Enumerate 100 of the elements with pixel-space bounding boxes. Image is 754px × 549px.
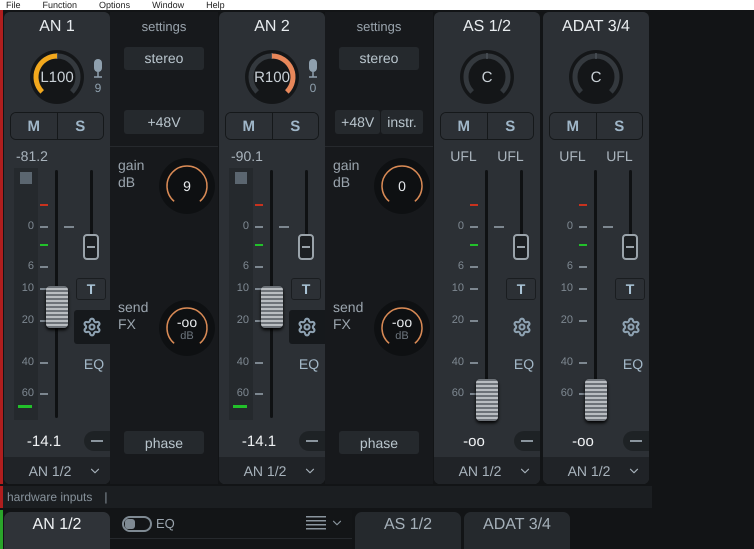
solo-button[interactable]: S [486, 113, 533, 139]
stereo-button[interactable]: stereo [339, 46, 419, 70]
eq-toggle[interactable] [122, 516, 152, 532]
scale-label: 60 [560, 387, 573, 399]
trim-fader-handle[interactable] [622, 234, 638, 260]
switch-button[interactable]: instr. [381, 110, 423, 134]
peak-value: UFL [449, 148, 478, 164]
solo-button[interactable]: S [272, 113, 318, 139]
minus-icon [521, 440, 533, 442]
peak-value: -81.2 [16, 148, 49, 164]
scale-label: 0 [26, 220, 34, 232]
settings-button[interactable] [74, 310, 110, 344]
trim-fader-handle[interactable] [298, 234, 314, 260]
trim-fader-handle[interactable] [83, 234, 99, 260]
menu-item[interactable]: File [6, 1, 21, 10]
scale-label: 20 [560, 314, 573, 326]
volume-fader-handle[interactable] [585, 379, 607, 422]
trim-fader-handle[interactable] [513, 234, 529, 260]
scale-label: 0 [456, 220, 464, 232]
scale-label: 60 [450, 387, 464, 399]
gain-label: gain dB [333, 156, 360, 191]
channel-name: AN 2 [253, 17, 291, 37]
scale-label: 20 [450, 314, 464, 326]
eq-button[interactable]: EQ [508, 354, 540, 374]
scale-label: 40 [450, 356, 464, 368]
settings-icon [621, 317, 641, 337]
settings-button[interactable] [289, 310, 325, 344]
scale-label: 20 [236, 314, 249, 326]
channel-tab[interactable]: AS 1/2 [355, 512, 461, 549]
eq-label: EQ [156, 516, 176, 531]
scale-label: 10 [450, 282, 464, 294]
stereo-button[interactable]: stereo [124, 46, 204, 70]
channel-name: AN 1 [38, 17, 76, 37]
eq-button[interactable]: EQ [617, 354, 649, 374]
send-knob[interactable]: -oo dB [158, 298, 216, 357]
gain-knob[interactable]: 9 [158, 156, 216, 215]
scale-label: 60 [20, 387, 34, 399]
scale-label: 20 [20, 314, 34, 326]
settings-icon [297, 317, 317, 337]
menu-button[interactable] [306, 516, 326, 530]
eq-button[interactable]: EQ [78, 354, 110, 374]
output-selector[interactable]: AN 1/2 [4, 457, 110, 484]
phase-button[interactable]: phase [124, 431, 204, 454]
peak-value: UFL [558, 148, 587, 164]
pan-knob[interactable]: C [568, 49, 624, 105]
clip-indicator [235, 172, 247, 184]
pan-knob[interactable]: C [459, 49, 515, 105]
minus-icon [306, 440, 318, 442]
scale-label: 10 [560, 282, 573, 294]
trim-button[interactable]: T [291, 278, 321, 300]
scale-label: 40 [560, 356, 573, 368]
microphone-icon [93, 59, 103, 79]
output-selector[interactable]: AN 1/2 [434, 457, 540, 484]
mic-gain-value: 0 [310, 81, 316, 95]
solo-button[interactable]: S [56, 113, 103, 139]
minus-button[interactable] [299, 431, 325, 451]
scale-label: 40 [236, 356, 249, 368]
channel-name: ADAT 3/4 [561, 17, 631, 37]
microphone-icon [308, 59, 318, 79]
output-selector[interactable]: AN 1/2 [219, 457, 325, 484]
solo-button[interactable]: S [596, 113, 642, 139]
scale-label: 6 [26, 260, 34, 272]
pan-knob[interactable]: R100 [244, 49, 300, 105]
volume-fader-handle[interactable] [476, 379, 498, 422]
trim-button[interactable]: T [76, 278, 106, 300]
menu-item[interactable]: Options [99, 1, 130, 10]
switch-button[interactable]: +48V [335, 110, 380, 134]
trim-button[interactable]: T [615, 278, 645, 300]
minus-button[interactable] [514, 431, 540, 451]
fader-value: -oo [462, 432, 486, 450]
clip-indicator [20, 172, 32, 184]
minus-icon [630, 440, 642, 442]
menu-item[interactable]: Function [42, 1, 78, 10]
channel-name: AS 1/2 [462, 17, 512, 37]
send-knob[interactable]: -oo dB [373, 298, 431, 357]
menu-item[interactable]: Window [152, 1, 184, 10]
volume-fader-handle[interactable] [261, 286, 283, 328]
switch-button[interactable]: +48V [124, 110, 204, 134]
minus-button[interactable] [623, 431, 649, 451]
fader-value: -oo [571, 432, 595, 450]
settings-icon [82, 317, 102, 337]
pan-knob[interactable]: L100 [29, 49, 85, 105]
panel-title: settings [142, 18, 186, 36]
channel-tab[interactable]: AN 1/2 [4, 512, 110, 549]
scale-label: 10 [236, 282, 249, 294]
channel-tab[interactable]: ADAT 3/4 [464, 512, 570, 549]
menu-icon [306, 516, 326, 530]
gain-knob[interactable]: 0 [373, 156, 431, 215]
volume-fader-handle[interactable] [46, 286, 68, 328]
minus-icon [91, 440, 103, 442]
menu-item[interactable]: Help [206, 1, 225, 10]
scale-label: 10 [20, 282, 34, 294]
trim-button[interactable]: T [506, 278, 536, 300]
phase-button[interactable]: phase [339, 431, 419, 454]
scale-label: 0 [566, 220, 573, 232]
scale-label: 6 [456, 260, 464, 272]
output-selector[interactable]: AN 1/2 [543, 457, 649, 484]
minus-button[interactable] [84, 431, 110, 451]
eq-button[interactable]: EQ [293, 354, 325, 374]
panel-title: settings [356, 18, 402, 36]
